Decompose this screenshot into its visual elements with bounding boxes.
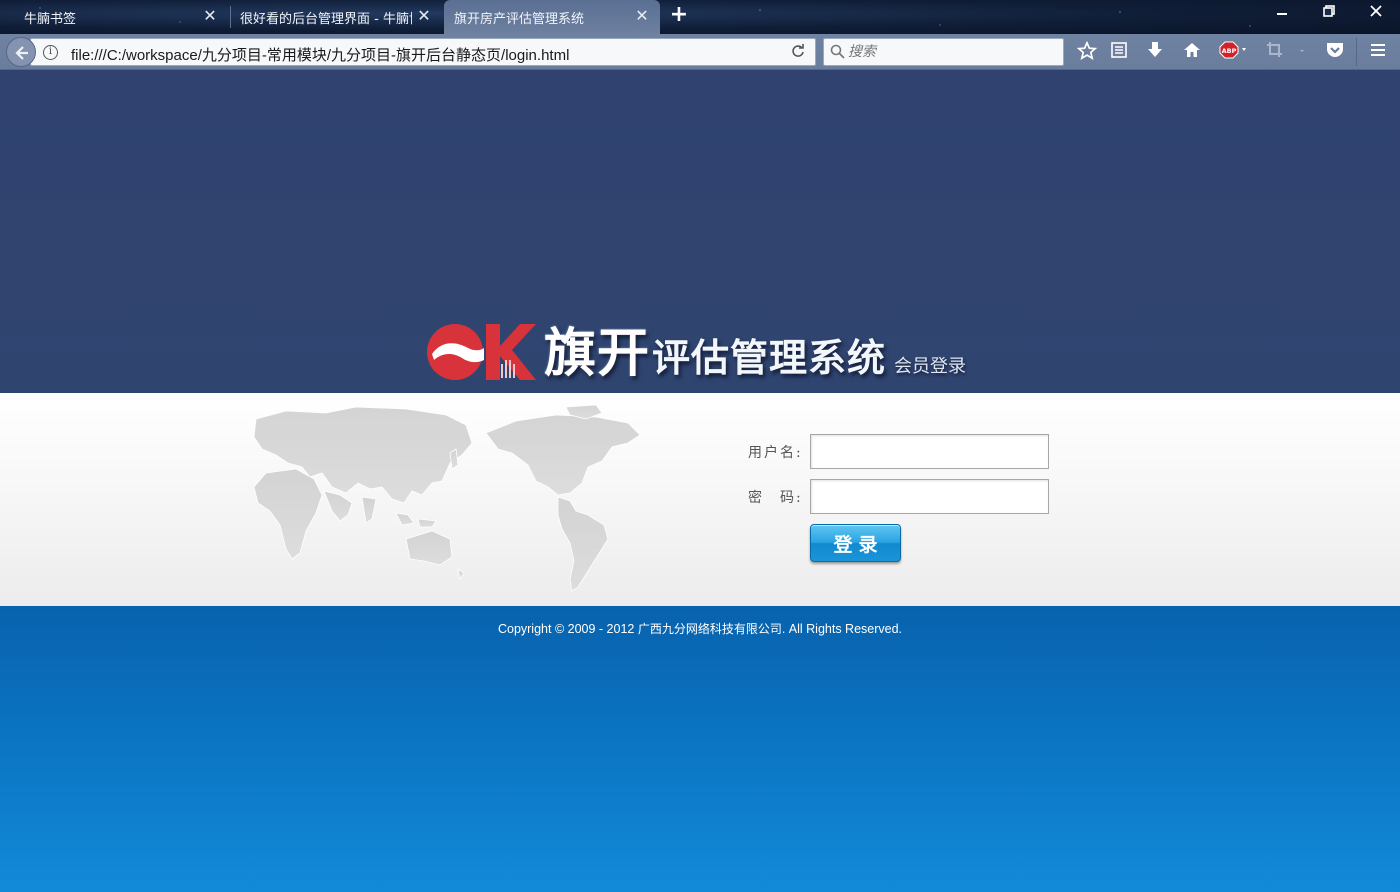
password-label: 密 码:	[748, 489, 803, 506]
search-icon	[830, 44, 845, 63]
username-label: 用户名:	[748, 444, 803, 461]
login-panel: 用户名: 密 码: 登录	[0, 393, 1400, 606]
pocket-icon[interactable]	[1324, 41, 1346, 63]
system-logo: 旗开 评估管理系统 会员登录	[424, 314, 966, 384]
tab-admin-ui[interactable]: 很好看的后台管理界面 - 牛腩博 ✕	[230, 0, 442, 34]
close-window-icon[interactable]	[1364, 4, 1388, 26]
header-band: 旗开 评估管理系统 会员登录	[0, 70, 1400, 393]
url-text[interactable]: file:///C:/workspace/九分项目-常用模块/九分项目-旗开后台…	[71, 44, 569, 65]
copyright-suffix: . All Rights Reserved.	[781, 622, 903, 636]
back-arrow-icon	[15, 46, 28, 60]
tab-label: 牛腩书签	[24, 11, 77, 27]
tab-bookmarks[interactable]: 牛腩书签 ✕	[0, 0, 228, 34]
bookmark-star-icon[interactable]	[1076, 41, 1098, 63]
svg-text:ABP: ABP	[1222, 47, 1237, 55]
login-page: 旗开 评估管理系统 会员登录 用户名: 密 码: 登录 Copyright © …	[0, 70, 1400, 892]
close-tab-icon[interactable]: ✕	[202, 8, 218, 24]
close-tab-icon[interactable]: ✕	[634, 8, 650, 24]
search-bar[interactable]	[823, 38, 1064, 66]
password-input[interactable]	[810, 479, 1049, 514]
screenshot-icon[interactable]	[1265, 41, 1307, 63]
tab-label: 旗开房产评估管理系统	[454, 11, 585, 27]
search-input[interactable]	[848, 42, 1048, 62]
footer-band: Copyright © 2009 - 2012 广西九分网络科技有限公司. Al…	[0, 606, 1400, 892]
restore-icon[interactable]	[1317, 4, 1341, 26]
logo-title-rest: 评估管理系统	[652, 336, 887, 380]
world-map-image	[253, 404, 641, 592]
password-row: 密 码:	[748, 479, 1049, 514]
reader-list-icon[interactable]	[1108, 41, 1130, 63]
menu-icon[interactable]	[1367, 41, 1389, 63]
back-button[interactable]	[6, 37, 36, 67]
login-button[interactable]: 登录	[810, 524, 901, 562]
company-name: 广西九分网络科技有限公司	[637, 622, 782, 636]
reload-icon[interactable]	[791, 44, 805, 62]
username-row: 用户名:	[748, 434, 1049, 469]
address-bar[interactable]: i file:///C:/workspace/九分项目-常用模块/九分项目-旗开…	[30, 38, 816, 66]
toolbar-separator	[1356, 38, 1357, 66]
minimize-icon[interactable]	[1270, 4, 1294, 26]
download-icon[interactable]	[1144, 41, 1166, 63]
tab-label: 很好看的后台管理界面 - 牛腩博	[240, 11, 412, 27]
copyright-text: Copyright © 2009 - 2012 广西九分网络科技有限公司. Al…	[0, 620, 1400, 637]
username-input[interactable]	[810, 434, 1049, 469]
home-icon[interactable]	[1181, 41, 1203, 63]
close-tab-icon[interactable]: ✕	[416, 8, 432, 24]
site-info-icon[interactable]: i	[43, 45, 58, 60]
ok-logo-mark	[424, 320, 536, 384]
logo-title: 旗开	[544, 324, 651, 384]
copyright-prefix: Copyright © 2009 - 2012	[497, 622, 638, 636]
browser-tab-bar: 牛腩书签 ✕ 很好看的后台管理界面 - 牛腩博 ✕ 旗开房产评估管理系统 ✕ +	[0, 0, 1400, 34]
logo-subtitle: 会员登录	[894, 356, 967, 377]
tab-active-login[interactable]: 旗开房产评估管理系统 ✕	[444, 0, 660, 34]
adblock-icon[interactable]: ABP	[1218, 41, 1252, 63]
browser-nav-bar: i file:///C:/workspace/九分项目-常用模块/九分项目-旗开…	[0, 34, 1400, 70]
new-tab-icon[interactable]: +	[668, 4, 690, 27]
